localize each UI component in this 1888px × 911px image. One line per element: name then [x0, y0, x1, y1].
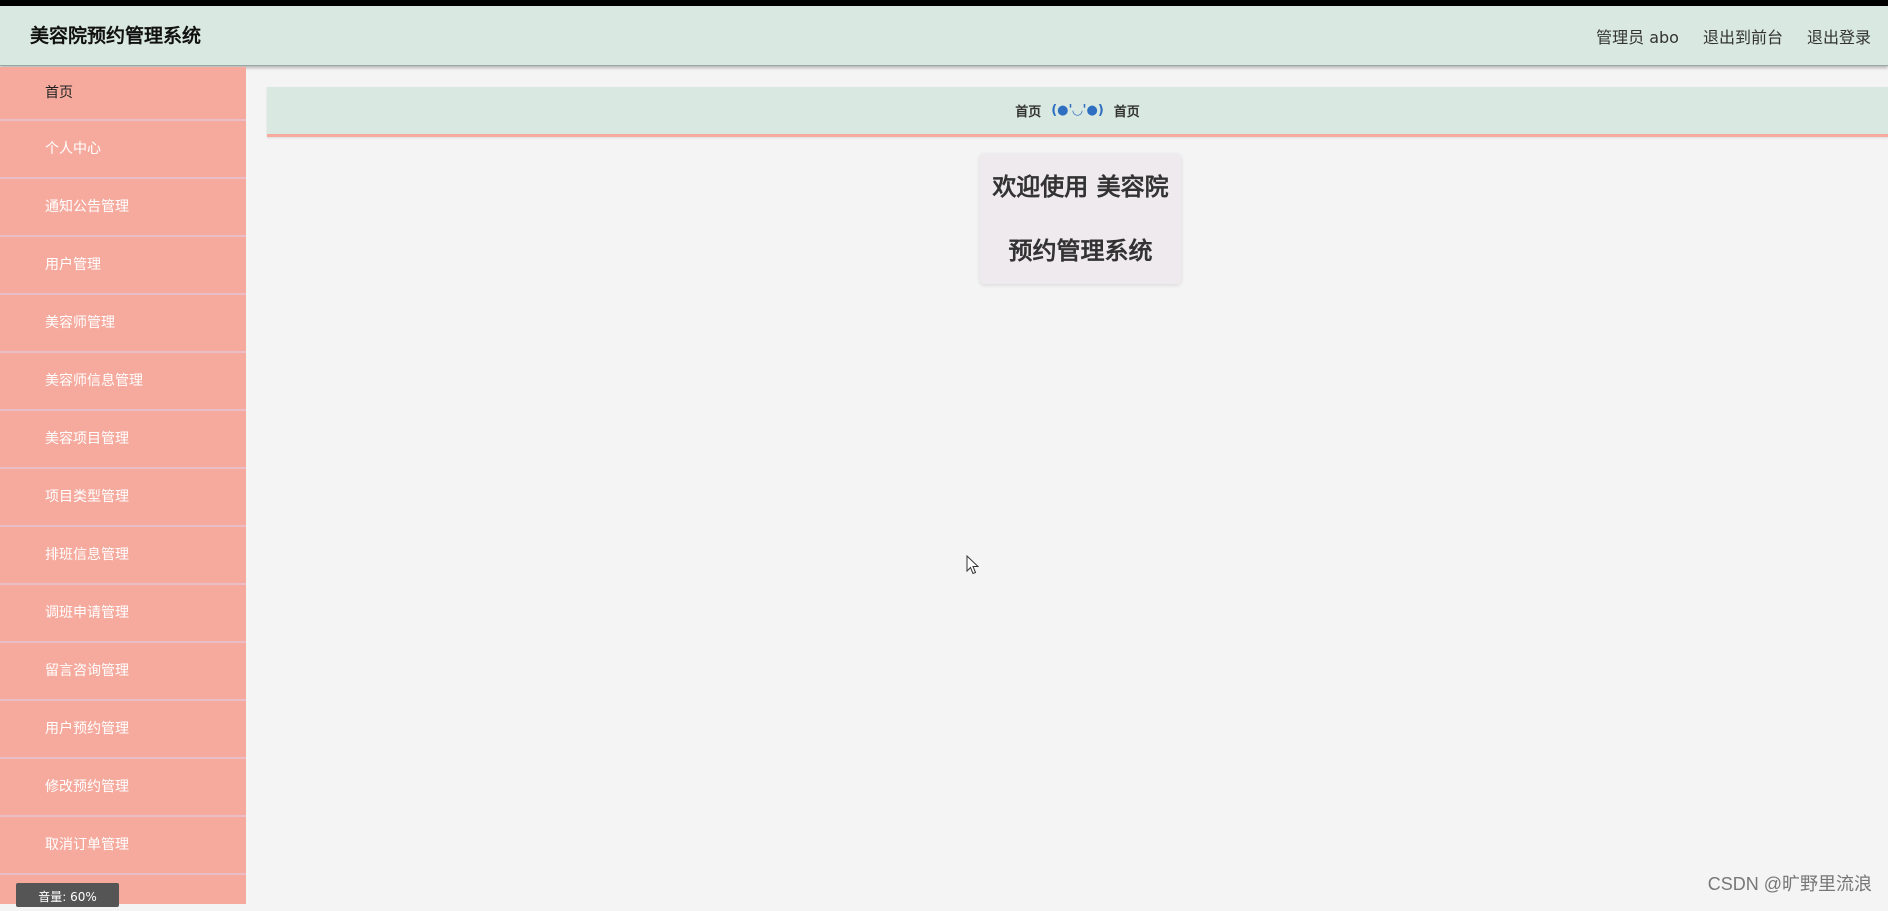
volume-tooltip: 音量: 60% — [16, 883, 119, 907]
sidebar-item-users[interactable]: 用户管理 — [0, 237, 246, 295]
breadcrumb-current: 首页 — [1113, 105, 1140, 120]
sidebar-item-beautician-info[interactable]: 美容师信息管理 — [0, 353, 246, 411]
header-actions: 管理员 abo 退出到前台 退出登录 — [1596, 6, 1871, 66]
sidebar-item-appointments[interactable]: 用户预约管理 — [0, 701, 246, 759]
breadcrumb-home[interactable]: 首页 — [1015, 101, 1041, 120]
sidebar-item-cancel-orders[interactable]: 取消订单管理 — [0, 817, 246, 875]
sidebar-item-modify-appointments[interactable]: 修改预约管理 — [0, 759, 246, 817]
sidebar-item-beauticians[interactable]: 美容师管理 — [0, 295, 246, 353]
welcome-card: 欢迎使用 美容院预约管理系统 — [980, 154, 1181, 284]
sidebar-item-shift-requests[interactable]: 调班申请管理 — [0, 585, 246, 643]
sidebar-item-notices[interactable]: 通知公告管理 — [0, 179, 246, 237]
welcome-text: 欢迎使用 美容院预约管理系统 — [992, 173, 1169, 265]
breadcrumb-separator: (●'◡'●) — [1051, 103, 1104, 118]
logout-front-link[interactable]: 退出到前台 — [1703, 24, 1783, 48]
breadcrumb: 首页 (●'◡'●) 首页 — [267, 87, 1888, 137]
mouse-cursor-icon — [966, 555, 980, 575]
sidebar-item-schedules[interactable]: 排班信息管理 — [0, 527, 246, 585]
watermark: CSDN @旷野里流浪 — [1707, 874, 1872, 894]
logout-link[interactable]: 退出登录 — [1807, 24, 1871, 48]
sidebar-item-home[interactable]: 首页 — [0, 67, 246, 121]
header: 美容院预约管理系统 管理员 abo 退出到前台 退出登录 — [0, 6, 1888, 66]
sidebar-item-profile[interactable]: 个人中心 — [0, 121, 246, 179]
app-title: 美容院预约管理系统 — [30, 25, 202, 47]
sidebar-item-project-types[interactable]: 项目类型管理 — [0, 469, 246, 527]
sidebar: 首页 个人中心 通知公告管理 用户管理 美容师管理 美容师信息管理 美容项目管理… — [0, 67, 246, 904]
sidebar-item-beauty-projects[interactable]: 美容项目管理 — [0, 411, 246, 469]
sidebar-item-messages[interactable]: 留言咨询管理 — [0, 643, 246, 701]
admin-label: 管理员 abo — [1596, 28, 1679, 47]
